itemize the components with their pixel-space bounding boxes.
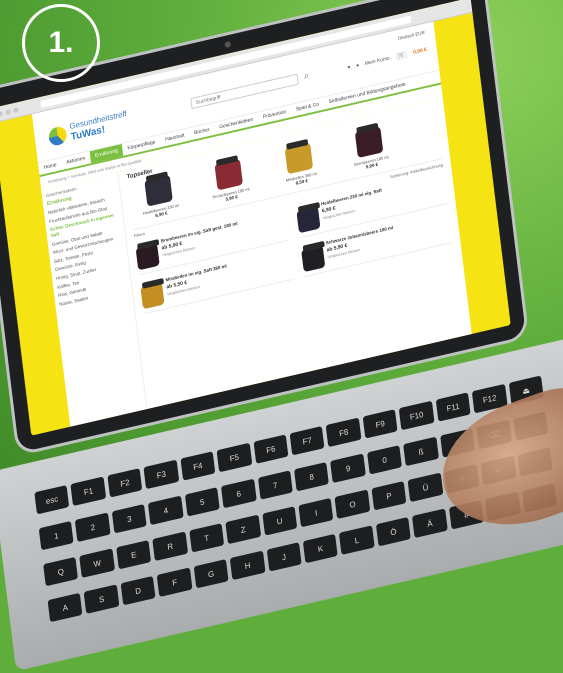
- keyboard-key[interactable]: Ö: [375, 516, 412, 547]
- keyboard-key[interactable]: Q: [43, 556, 79, 587]
- keyboard-key[interactable]: J: [266, 542, 302, 572]
- keyboard-key[interactable]: F10: [399, 400, 435, 431]
- heart-icon[interactable]: ♥: [347, 64, 351, 71]
- product-jar-image[interactable]: [300, 245, 325, 273]
- keyboard-key[interactable]: L: [339, 525, 375, 555]
- product-jar-image[interactable]: [214, 158, 244, 191]
- product-jar-image[interactable]: [284, 142, 314, 175]
- keyboard-key[interactable]: S: [84, 584, 120, 614]
- keyboard-key[interactable]: ß: [403, 436, 439, 467]
- product-jar-image[interactable]: [135, 243, 160, 271]
- keyboard-key[interactable]: F2: [107, 468, 143, 498]
- keyboard-key[interactable]: F9: [362, 409, 398, 439]
- step-number-badge: 1.: [22, 4, 100, 82]
- laptop: Gesundheitstreff TuWas! ⌕ Deutsch EUR ♥ …: [0, 0, 563, 672]
- keyboard-key[interactable]: F5: [216, 442, 252, 473]
- window-minimize-icon[interactable]: [5, 108, 11, 115]
- keyboard-key[interactable]: Z: [225, 514, 261, 545]
- cart-icon[interactable]: 🛒: [395, 50, 408, 62]
- cart-total[interactable]: 0,00 €: [413, 47, 427, 56]
- product-jar-image[interactable]: [354, 126, 384, 159]
- product-jar-image[interactable]: [295, 206, 321, 234]
- keyboard-key[interactable]: D: [120, 575, 156, 606]
- keyboard-key[interactable]: Ä: [412, 508, 448, 539]
- window-maximize-icon[interactable]: [13, 106, 19, 113]
- keyboard-key[interactable]: U: [261, 506, 298, 536]
- camera-icon: [224, 40, 232, 49]
- keyboard-key[interactable]: R: [152, 531, 188, 562]
- keyboard-key[interactable]: F: [156, 567, 193, 597]
- keyboard-key[interactable]: E: [116, 539, 152, 570]
- product-info: Mirabellen im eig. Saft 380 ml ab 5,50 € V…: [165, 263, 229, 303]
- keyboard-key[interactable]: F8: [326, 417, 362, 448]
- keyboard-key[interactable]: F3: [143, 459, 179, 490]
- keyboard-key[interactable]: F11: [435, 392, 471, 422]
- keyboard-key[interactable]: F7: [289, 425, 325, 456]
- keyboard-key[interactable]: 2: [75, 512, 111, 542]
- keyboard-key[interactable]: H: [229, 550, 266, 581]
- topseller-card[interactable]: Heidelbeeren 230 ml 6,90 €: [128, 171, 191, 223]
- product-jar-image[interactable]: [144, 174, 173, 207]
- user-icon[interactable]: ●: [356, 62, 360, 69]
- keyboard-key[interactable]: F1: [70, 476, 107, 506]
- keyboard-key[interactable]: G: [193, 559, 229, 589]
- keyboard-key[interactable]: P: [371, 481, 407, 511]
- keyboard-key[interactable]: 7: [257, 470, 293, 500]
- keyboard-key[interactable]: T: [189, 523, 225, 553]
- keyboard-key[interactable]: F4: [180, 451, 216, 481]
- topseller-card[interactable]: Brombeeren 180 ml 5,90 €: [338, 122, 401, 174]
- topseller-card[interactable]: Mirabellen 380 ml 6,50 €: [268, 139, 331, 191]
- keyboard-key[interactable]: 6: [221, 478, 257, 509]
- keyboard-key[interactable]: 1: [38, 520, 74, 551]
- product-info: Schwarze Johannisbeere 180 ml ab 5,90 € Ve…: [326, 225, 396, 266]
- keyboard-key[interactable]: K: [302, 533, 339, 564]
- keyboard-key[interactable]: W: [79, 548, 115, 578]
- product-info: Heidelbeeren 230 ml eig. Saft 6,90 € Vergl…: [321, 188, 385, 228]
- keyboard-key[interactable]: 3: [111, 504, 147, 534]
- product-jar-image[interactable]: [140, 282, 165, 310]
- topseller-card[interactable]: Preiselbeeren 180 ml 5,90 €: [198, 155, 261, 207]
- keyboard-key[interactable]: A: [47, 592, 83, 623]
- search-input[interactable]: [190, 73, 299, 110]
- keyboard-key[interactable]: O: [334, 489, 371, 519]
- keyboard-key[interactable]: F6: [253, 434, 289, 464]
- keyboard-key[interactable]: 8: [294, 461, 330, 492]
- keyboard-key[interactable]: 9: [330, 453, 366, 483]
- keyboard-key[interactable]: 4: [148, 495, 184, 526]
- language-currency-selector[interactable]: Deutsch EUR: [398, 30, 425, 41]
- keyboard-key[interactable]: 5: [184, 487, 220, 517]
- filter-button[interactable]: Filtern: [134, 231, 145, 238]
- header-actions: ♥ ● Mein Konto 🛒 0,00 €: [347, 46, 427, 72]
- account-link[interactable]: Mein Konto: [365, 55, 390, 67]
- logo-icon[interactable]: [47, 125, 68, 148]
- keyboard-key[interactable]: I: [298, 497, 334, 528]
- keyboard-key[interactable]: 0: [366, 445, 403, 475]
- window-close-icon[interactable]: [0, 110, 4, 117]
- search-icon[interactable]: ⌕: [303, 70, 309, 82]
- keyboard-key[interactable]: Ü: [407, 472, 444, 503]
